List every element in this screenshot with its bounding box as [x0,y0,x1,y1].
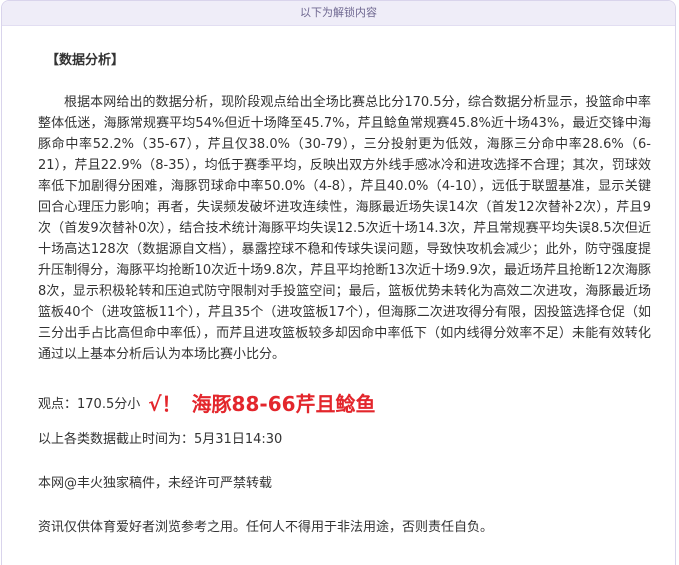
verdict-row: 观点：170.5分小 √！ 海豚88-66芹且鲶鱼 [38,387,651,417]
section-title: 【数据分析】 [46,53,125,68]
article-body: 【数据分析】 根据本网给出的数据分析，现阶段观点给出全场比赛总比分170.5分，… [2,52,675,537]
analysis-paragraph: 根据本网给出的数据分析，现阶段观点给出全场比赛总比分170.5分，综合数据分析显… [38,95,651,362]
disclaimer-notice: 资讯仅供体育爱好者浏览参考之用。任何人不得用于非法用途，否则责任自负。 [38,520,494,535]
verdict-result: 海豚88-66芹且鲶鱼 [191,391,376,416]
verdict-label: 观点：170.5分小 [38,396,141,412]
verdict-check-mark: √！ [148,391,182,416]
copyright-notice: 本网@丰火独家稿件，未经许可严禁转载 [38,476,273,491]
data-cutoff-time: 以上各类数据截止时间为：5月31日14:30 [38,432,283,447]
unlocked-content-card: 以下为解锁内容 【数据分析】 根据本网给出的数据分析，现阶段观点给出全场比赛总比… [1,0,676,565]
unlock-banner: 以下为解锁内容 [2,1,675,26]
